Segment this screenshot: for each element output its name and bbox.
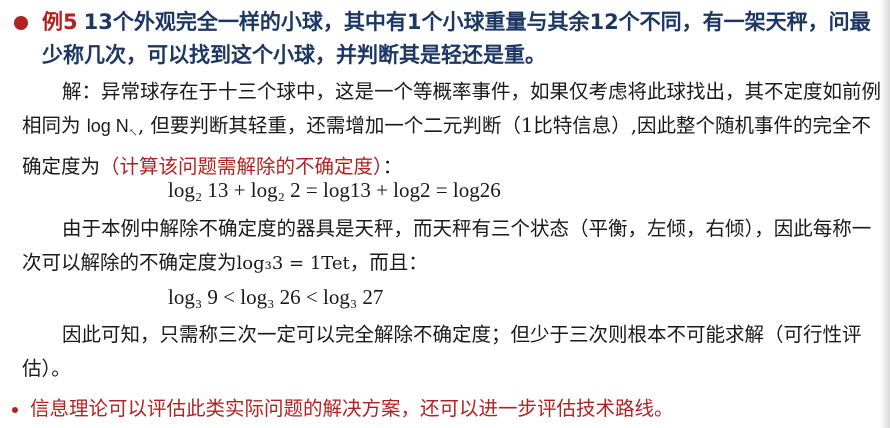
summary-text: 信息理论可以评估此类实际问题的解决方案，还可以进一步评估技术路线。 [30, 397, 674, 420]
solution-text-end: ： [382, 155, 403, 178]
conclusion-paragraph-text: 因此可知，只需称三次一定可以完全解除不确定度；但少于三次则根本不可能求解（可行性… [22, 323, 862, 380]
log-n-expression: log N [86, 116, 129, 136]
balance-text-1: 由于本例中解除不确定度的器具是天秤，而天秤有三个状态（平衡，左倾，右倾），因此每… [22, 217, 872, 274]
mouse-cursor-icon: ↖ [128, 126, 138, 139]
solution-highlight: （计算该问题需解除的不确定度） [100, 155, 383, 178]
conclusion-paragraph: 因此可知，只需称三次一定可以完全解除不确定度；但少于三次则根本不可能求解（可行性… [22, 318, 882, 386]
summary-bullet: 信息理论可以评估此类实际问题的解决方案，还可以进一步评估技术路线。 [12, 394, 872, 424]
example-question: 13个外观完全一样的小球，其中有1个小球重量与其余12个不同，有一架天秤，问最少… [42, 10, 871, 67]
example-heading: 例5 13个外观完全一样的小球，其中有1个小球重量与其余12个不同，有一架天秤，问… [14, 6, 876, 72]
window-edge-shadow [880, 0, 890, 428]
formula-inequality: log₃ 9 < log₃ 26 < log₃ 27 [168, 285, 384, 309]
slide: 例5 13个外观完全一样的小球，其中有1个小球重量与其余12个不同，有一架天秤，问… [0, 0, 890, 428]
formula-total-uncertainty: log₂ 13 + log₂ 2 = log13 + log2 = log26 [168, 178, 501, 202]
balance-text-end: ，而且： [349, 251, 428, 274]
heading-text-block: 例5 13个外观完全一样的小球，其中有1个小球重量与其余12个不同，有一架天秤，问… [14, 6, 876, 72]
solution-paragraph: 解：异常球存在于十三个球中，这是一个等概率事件，如果仅考虑将此球找出，其不定度如… [22, 75, 882, 184]
balance-paragraph: 由于本例中解除不确定度的器具是天秤，而天秤有三个状态（平衡，左倾，右倾），因此每… [22, 212, 882, 281]
bullet-dot-icon [14, 16, 28, 30]
example-label: 例5 [42, 10, 78, 34]
small-bullet-icon [12, 406, 18, 413]
log3-expression: log₃3 = 1Tet [236, 253, 350, 274]
